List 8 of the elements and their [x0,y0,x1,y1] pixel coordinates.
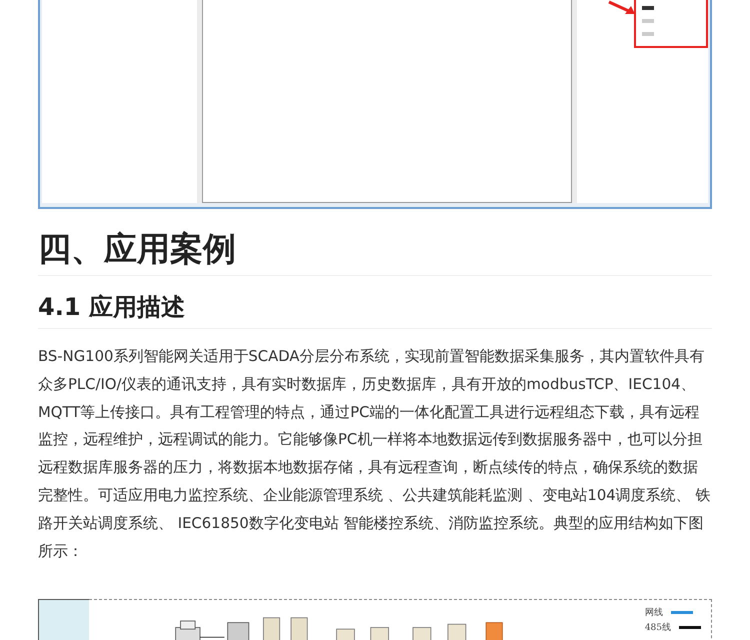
section-heading: 四、应用案例 [38,227,712,276]
arrow-icon [607,0,637,16]
splitter-handle[interactable] [197,0,202,203]
subsection-heading: 4.1 应用描述 [38,290,712,329]
description-paragraph: BS-NG100系列智能网关适用于SCADA分层分布系统，实现前置智能数据采集服务，其内置软件具有众多PLC/IO/仪表的通讯支持，具有实时数据库，历史数据库，具有开放的modbusTCP、IEC104、MQTT等上传接口。具有工程管理的特点，通过PC端的一体化配置工具进行远程组态下载，具有远程监控，远程维护，远程调试的能力。它能够像PC机一样将本地数据远传到数据服务器中，也可以分担远程数据库服务器的压力，将数据本地数据存储，具有远程查询，断点续传的特点，确保系统的数据完整性。可适应用电力监控系统、企业能源管理系统 、公共建筑能耗监测 、变电站104调度系统、 铁路开关站调度系统、 IEC61850数字化变电站 智能楼控系统、消防监控系统。典型的应用结构如下图所示： [38,347,712,562]
legend-label: 网线 [644,606,663,620]
legend-label: 485线 [644,622,671,634]
splitter-handle[interactable] [572,0,577,203]
